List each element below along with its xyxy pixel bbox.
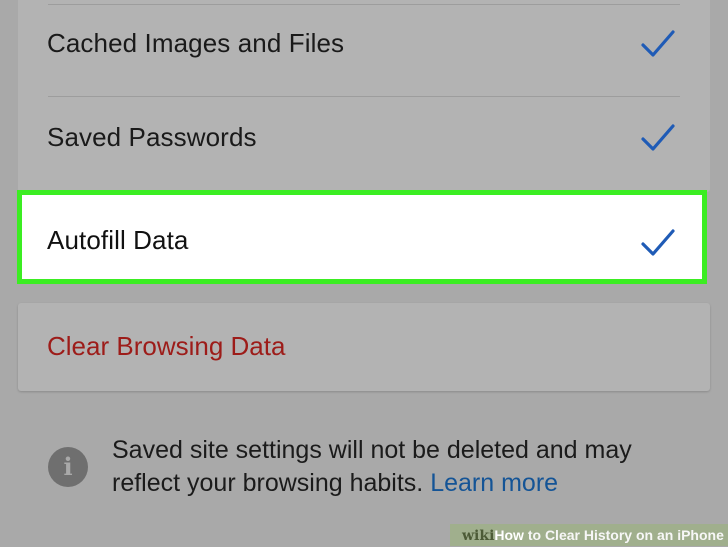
learn-more-link[interactable]: Learn more: [430, 469, 558, 497]
clear-data-options-card: Cached Images and Files Saved Passwords: [18, 0, 710, 192]
clear-browsing-data-button[interactable]: Clear Browsing Data: [18, 303, 710, 391]
autofill-data-row[interactable]: Autofill Data: [17, 190, 707, 284]
autofill-data-label: Autofill Data: [47, 225, 189, 255]
watermark-title-text: to Clear History on an iPhone: [523, 527, 724, 543]
cached-images-files-row[interactable]: Cached Images and Files: [18, 0, 710, 93]
wikihow-watermark: wikiHow to Clear History on an iPhone: [462, 524, 724, 546]
checkmark-icon: [641, 229, 675, 256]
saved-passwords-row[interactable]: Saved Passwords: [18, 94, 710, 187]
clear-browsing-data-label: Clear Browsing Data: [47, 331, 286, 361]
saved-passwords-label: Saved Passwords: [47, 122, 257, 152]
checkmark-icon: [641, 30, 675, 57]
cached-images-files-label: Cached Images and Files: [47, 28, 345, 58]
site-settings-note: Saved site settings will not be deleted …: [112, 434, 692, 500]
checkmark-icon: [641, 124, 675, 151]
watermark-how-text: How: [494, 527, 524, 543]
info-icon: i: [48, 447, 88, 487]
wikihow-logo-text: wiki: [462, 528, 495, 544]
